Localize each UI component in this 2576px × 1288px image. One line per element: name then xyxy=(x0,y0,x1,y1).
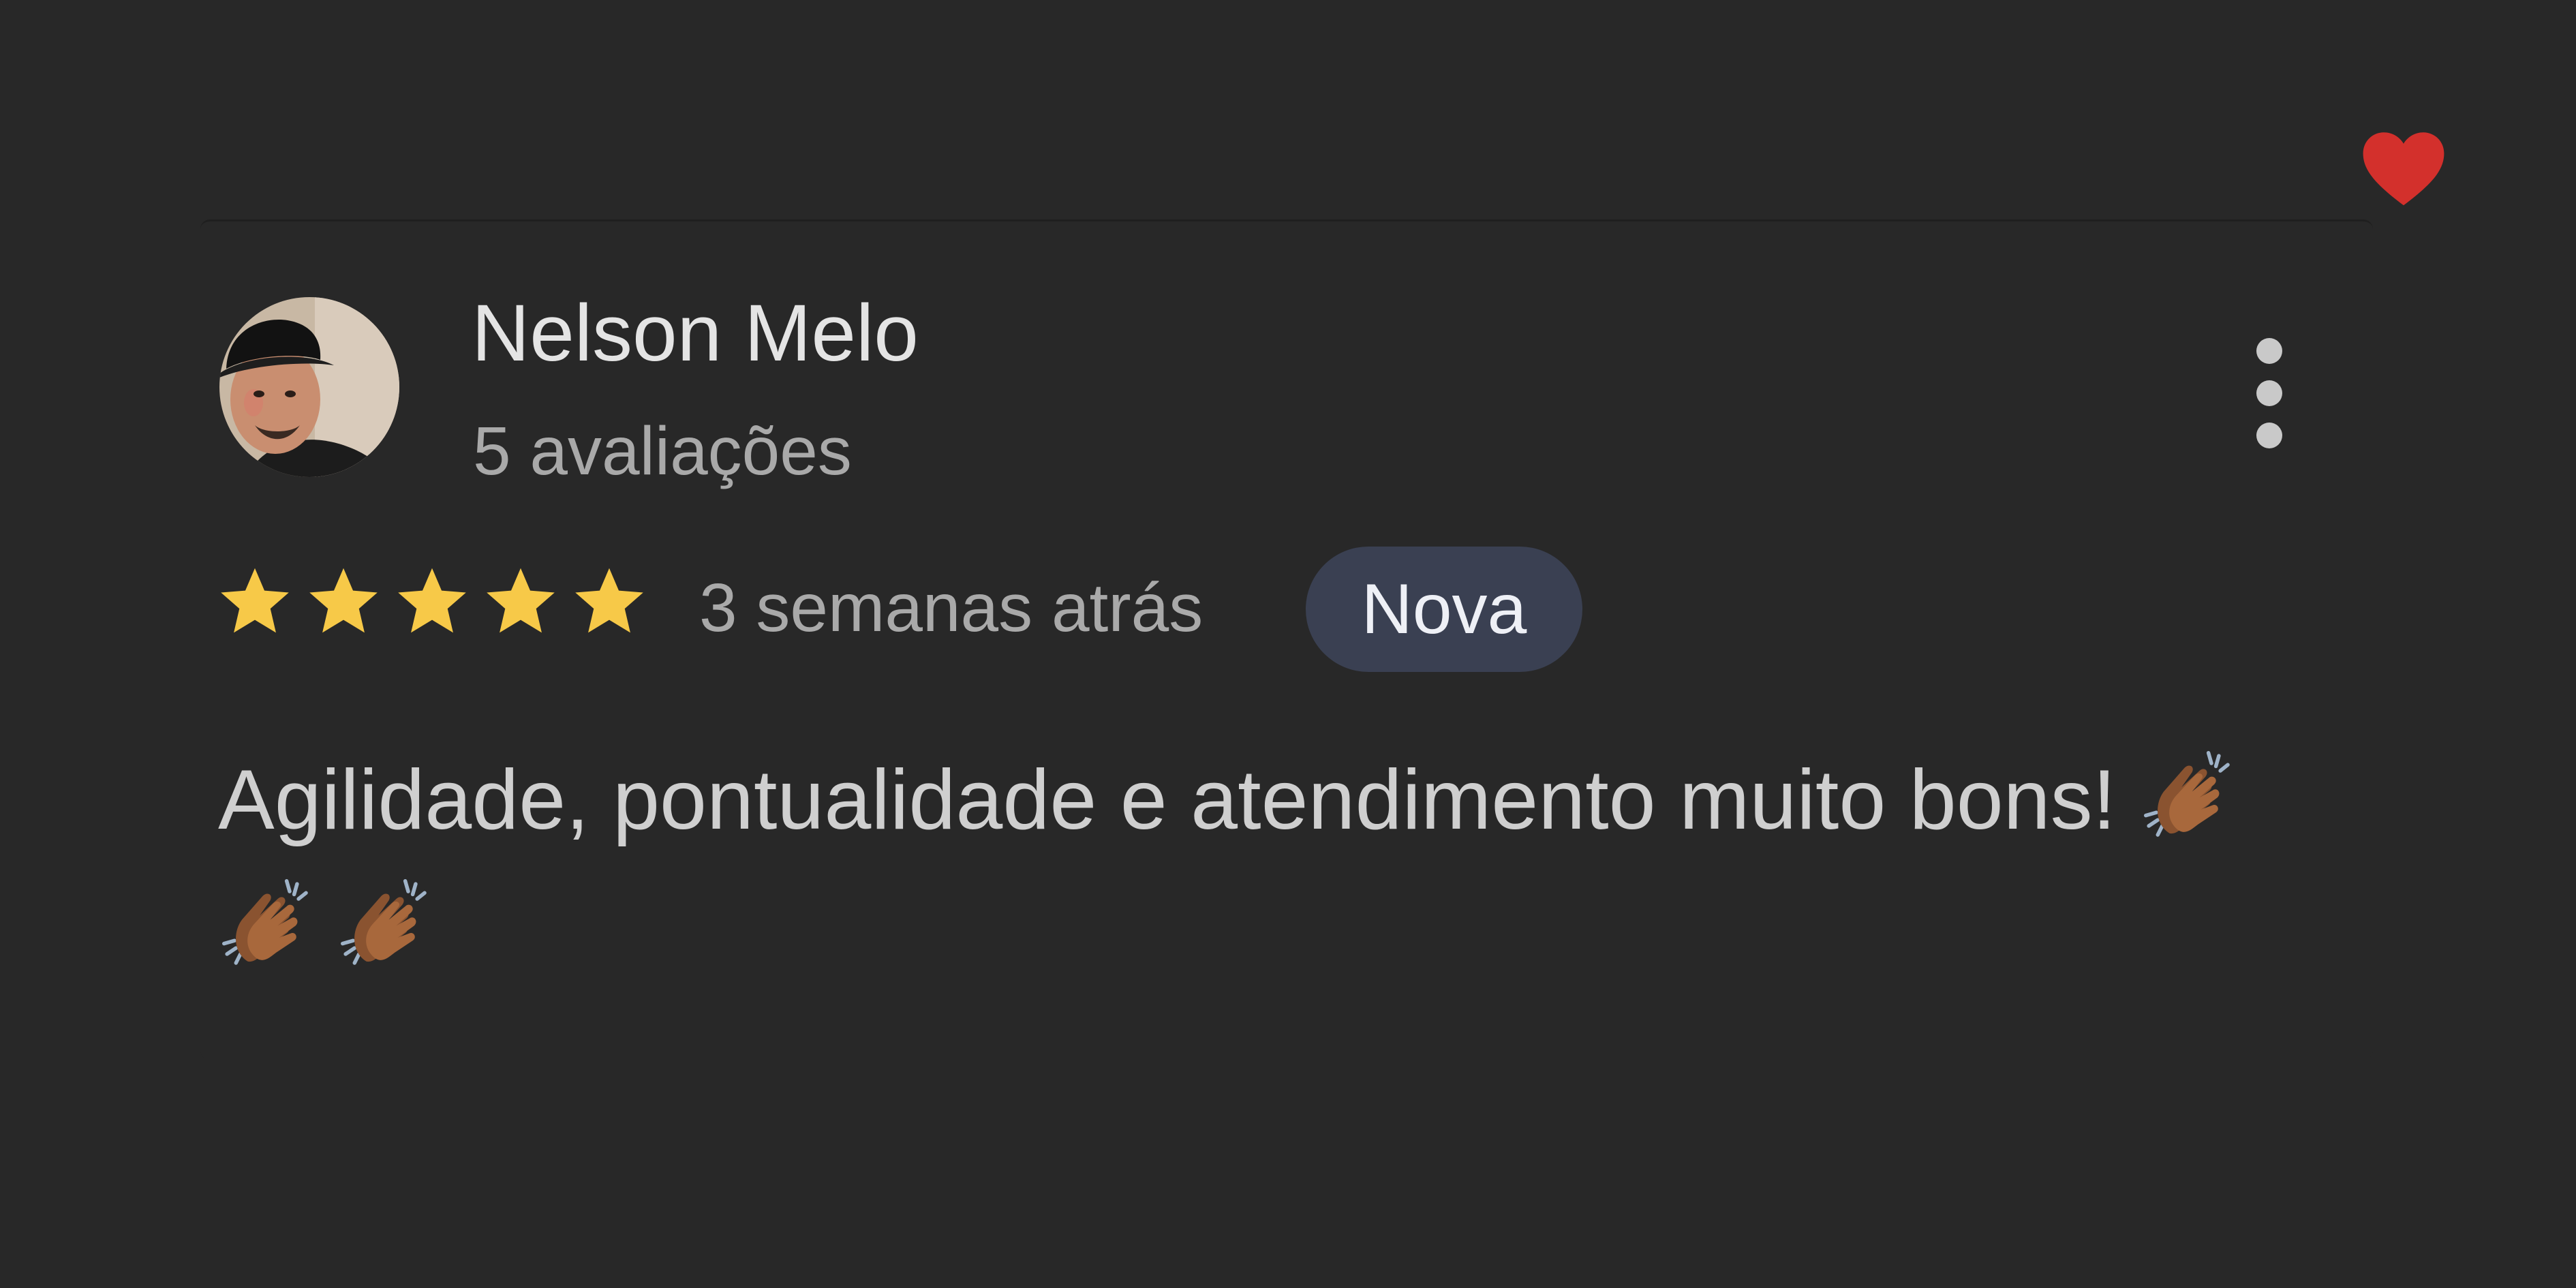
reviewer-name[interactable]: Nelson Melo xyxy=(472,293,919,373)
clapping-hands-emoji xyxy=(2140,747,2235,842)
review-time: 3 semanas atrás xyxy=(699,570,1203,646)
avatar[interactable] xyxy=(219,297,399,477)
star-rating xyxy=(215,562,649,644)
review-text: Agilidade, pontualidade e atendimento mu… xyxy=(218,736,2331,992)
review-count: 5 avaliações xyxy=(473,413,852,489)
clapping-hands-emoji xyxy=(337,875,432,970)
star-icon xyxy=(221,568,289,633)
clapping-hands-emoji xyxy=(218,875,313,970)
star-icon xyxy=(487,568,555,633)
more-vertical-icon-dot xyxy=(2256,380,2282,406)
more-vertical-icon-dot xyxy=(2256,423,2282,448)
new-badge: Nova xyxy=(1306,547,1582,672)
star-icon xyxy=(398,568,466,633)
more-vertical-icon xyxy=(2256,338,2282,364)
review-text-content: Agilidade, pontualidade e atendimento mu… xyxy=(218,753,2117,847)
star-icon xyxy=(575,568,643,633)
star-icon xyxy=(309,568,378,633)
more-options-button[interactable] xyxy=(2242,338,2297,454)
heart-icon xyxy=(2363,132,2444,206)
